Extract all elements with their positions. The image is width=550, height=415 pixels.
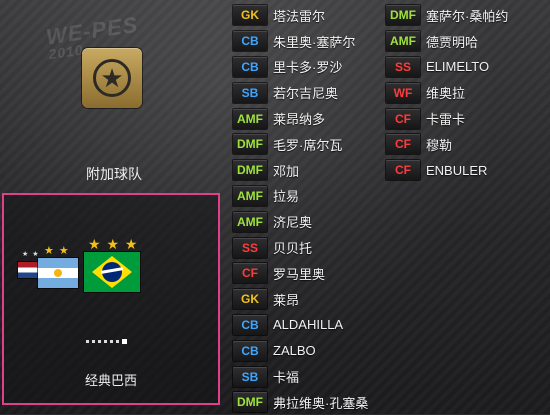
player-row[interactable]: GK 塔法雷尔	[230, 3, 385, 29]
player-name: 朱里奥·塞萨尔	[273, 32, 355, 51]
player-row[interactable]: SS 贝贝托	[230, 235, 385, 261]
position-badge: WF	[386, 83, 420, 103]
player-row[interactable]: CF 穆勒	[383, 132, 538, 158]
player-row[interactable]: SB 若尔吉尼奥	[230, 80, 385, 106]
player-row[interactable]: CF ENBULER	[383, 157, 538, 183]
position-badge: AMF	[386, 31, 420, 51]
player-row[interactable]: WF 维奥拉	[383, 80, 538, 106]
position-badge: AMF	[233, 212, 267, 232]
player-name: 罗马里奥	[273, 264, 325, 283]
player-row[interactable]: AMF 拉易	[230, 183, 385, 209]
player-name: 邓加	[273, 161, 299, 180]
position-badge: GK	[233, 5, 267, 25]
argentina-flag-icon	[38, 258, 78, 288]
player-row[interactable]: SS ELIMELTO	[383, 54, 538, 80]
position-badge: GK	[233, 289, 267, 309]
page-dot	[98, 340, 101, 343]
position-badge: CB	[233, 31, 267, 51]
position-badge: SB	[233, 83, 267, 103]
page-dot	[92, 340, 95, 343]
position-badge: DMF	[233, 392, 267, 412]
player-name: 莱昂纳多	[273, 109, 325, 128]
player-name: 拉易	[273, 186, 299, 205]
player-name: 贝贝托	[273, 238, 312, 257]
player-row[interactable]: DMF 塞萨尔·桑帕约	[383, 3, 538, 29]
position-badge: CB	[233, 57, 267, 77]
position-badge: CF	[386, 134, 420, 154]
position-badge: SS	[386, 57, 420, 77]
player-name: 若尔吉尼奥	[273, 83, 338, 102]
position-badge: DMF	[386, 5, 420, 25]
player-row[interactable]: CB ALDAHILLA	[230, 312, 385, 338]
additional-teams-label: 附加球队	[0, 164, 228, 184]
netherlands-stars-icon: ★ ★	[22, 250, 40, 258]
star-badge-icon: ★	[93, 59, 131, 97]
player-row[interactable]: GK 莱昂	[230, 286, 385, 312]
player-name: 卡福	[273, 367, 299, 386]
netherlands-flag-icon	[18, 262, 40, 278]
position-badge: DMF	[233, 134, 267, 154]
player-name: 维奥拉	[426, 83, 465, 102]
player-name: 塔法雷尔	[273, 6, 325, 25]
player-name: 弗拉维奥·孔塞桑	[273, 393, 368, 412]
player-row[interactable]: CB ZALBO	[230, 338, 385, 364]
player-row[interactable]: CF 罗马里奥	[230, 261, 385, 287]
page-dot	[116, 340, 119, 343]
player-row[interactable]: DMF 邓加	[230, 157, 385, 183]
player-name: 穆勒	[426, 135, 452, 154]
position-badge: CF	[386, 160, 420, 180]
player-row[interactable]: DMF 弗拉维奥·孔塞桑	[230, 390, 385, 415]
player-row[interactable]: CB 朱里奥·塞萨尔	[230, 28, 385, 54]
player-row[interactable]: AMF 莱昂纳多	[230, 106, 385, 132]
position-badge: DMF	[233, 160, 267, 180]
position-badge: CF	[233, 263, 267, 283]
brazil-stars-icon: ★ ★ ★	[88, 236, 138, 253]
player-row[interactable]: CF 卡雷卡	[383, 106, 538, 132]
position-badge: CB	[233, 315, 267, 335]
position-badge: AMF	[233, 186, 267, 206]
player-row[interactable]: DMF 毛罗·席尔瓦	[230, 132, 385, 158]
player-name: 莱昂	[273, 290, 299, 309]
player-name: 卡雷卡	[426, 109, 465, 128]
brazil-flag-icon	[84, 252, 140, 292]
player-roster: GK 塔法雷尔 CB 朱里奥·塞萨尔 CB 里卡多·罗沙 SB 若尔吉尼奥 AMF 莱昂纳多 DMF…	[230, 0, 550, 414]
player-name: 济尼奥	[273, 212, 312, 231]
page-dot	[104, 340, 107, 343]
player-name: 德贾明哈	[426, 32, 478, 51]
player-name: 里卡多·罗沙	[273, 57, 342, 76]
page-indicator	[86, 339, 127, 344]
position-badge: AMF	[233, 109, 267, 129]
page-dot	[110, 340, 113, 343]
position-badge: CB	[233, 341, 267, 361]
selected-team-name: 经典巴西	[0, 370, 222, 389]
position-badge: SS	[233, 238, 267, 258]
player-name: ELIMELTO	[426, 59, 489, 74]
player-row[interactable]: SB 卡福	[230, 364, 385, 390]
player-name: 毛罗·席尔瓦	[273, 135, 342, 154]
player-row[interactable]: AMF 德贾明哈	[383, 28, 538, 54]
player-name: 塞萨尔·桑帕约	[426, 6, 508, 25]
player-name: ENBULER	[426, 163, 487, 178]
team-select-panel: ★ 附加球队 ★ ★ ★ ★ ★ ★ ★ 经典巴西	[0, 0, 228, 414]
page-dot	[86, 340, 89, 343]
player-row[interactable]: CB 里卡多·罗沙	[230, 54, 385, 80]
position-badge: CF	[386, 109, 420, 129]
argentina-stars-icon: ★ ★	[44, 244, 70, 257]
position-badge: SB	[233, 367, 267, 387]
player-name: ALDAHILLA	[273, 317, 343, 332]
additional-teams-button[interactable]: ★	[82, 48, 142, 108]
player-row[interactable]: AMF 济尼奥	[230, 209, 385, 235]
page-dot-active	[122, 339, 127, 344]
player-name: ZALBO	[273, 343, 316, 358]
